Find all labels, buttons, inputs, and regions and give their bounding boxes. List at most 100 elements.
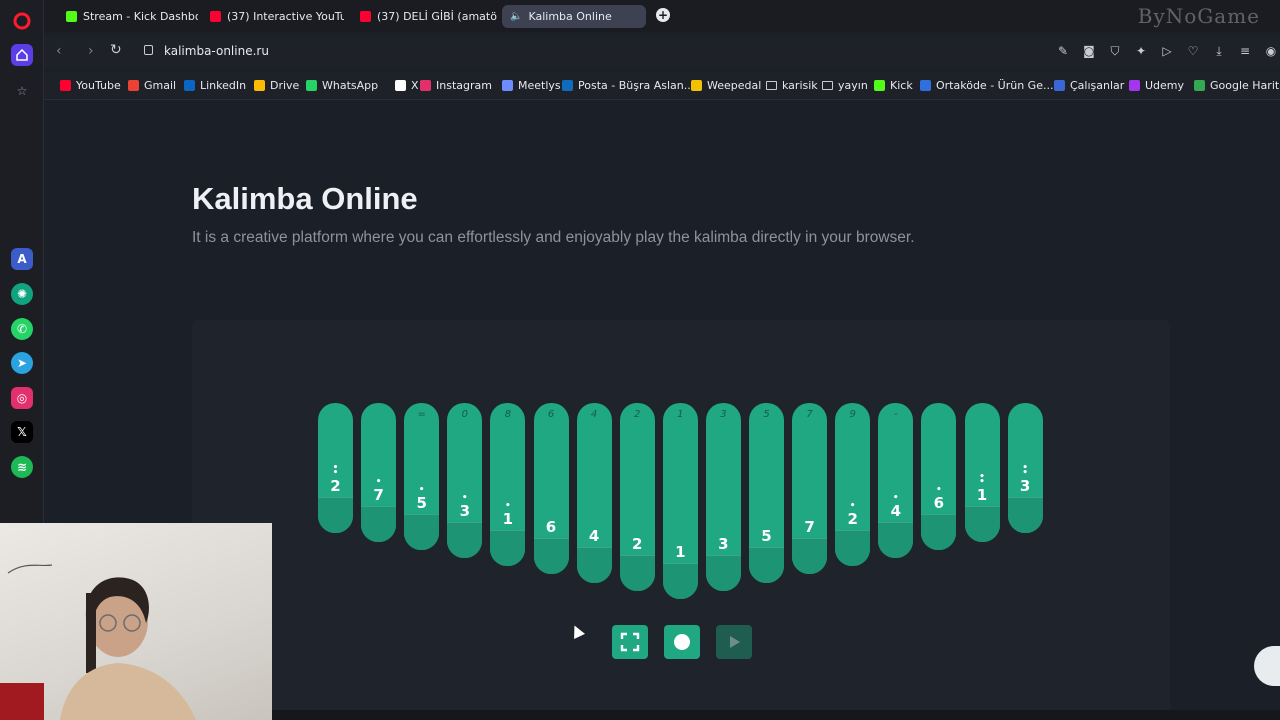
bookmark-item[interactable]: Weepedal	[691, 79, 761, 92]
tine-base	[662, 563, 698, 599]
tine-base	[361, 505, 397, 542]
tine-keyboard-key: 8	[504, 409, 512, 420]
kalimba-tine[interactable]: • • 2	[318, 403, 353, 534]
tine-note-label: 3	[1019, 477, 1031, 496]
bookmark-item[interactable]: Google Haritalar	[1194, 79, 1280, 92]
bookmark-item[interactable]: Gmail	[128, 79, 176, 92]
tine-keyboard-key: 7	[806, 409, 813, 420]
tab-youtube-interactive[interactable]: (37) Interactive YouTube d	[202, 5, 344, 28]
bookmark-label: Instagram	[436, 79, 492, 92]
bookmark-favicon-icon	[254, 80, 265, 91]
fullscreen-button[interactable]	[612, 625, 648, 659]
bookmark-item[interactable]: WhatsApp	[306, 79, 378, 92]
tine-octave-dots: •	[418, 484, 425, 495]
bookmark-item[interactable]: Kick	[874, 79, 913, 92]
bookmark-favicon-icon	[306, 80, 317, 91]
bookmark-label: Udemy	[1145, 79, 1185, 92]
bookmark-favicon-icon	[420, 80, 431, 91]
bookmark-favicon-icon	[502, 80, 513, 91]
tine-octave-dots: •	[461, 493, 468, 503]
bookmark-item[interactable]: X	[395, 79, 419, 92]
tine-note-label: 4	[890, 502, 902, 520]
kalimba-tine[interactable]: 8 • 1	[490, 403, 526, 567]
tab-kalimba-online[interactable]: 🔈 Kalimba Online	[502, 5, 646, 28]
download-icon[interactable]: ⤓	[1212, 44, 1226, 58]
kalimba-tine[interactable]: • 7	[361, 403, 397, 542]
whatsapp-icon[interactable]: ✆	[11, 318, 33, 340]
play-icon[interactable]: ▷	[1160, 44, 1174, 58]
bookmark-item[interactable]: yayın	[822, 79, 868, 92]
spotify-icon[interactable]: ≋	[11, 456, 33, 478]
back-icon[interactable]: ‹	[56, 43, 62, 59]
record-button[interactable]	[664, 625, 700, 659]
bookmark-item[interactable]: Meetlys	[502, 79, 561, 92]
menu-icon[interactable]: ≡	[1238, 44, 1252, 58]
tine-note-label: 7	[373, 485, 384, 504]
kalimba-tine[interactable]: • • 1	[964, 403, 1000, 542]
tab-kick-dashboard[interactable]: Stream - Kick Dashboard	[58, 5, 198, 28]
camera-icon[interactable]: ◙	[1082, 44, 1096, 58]
tine-base	[705, 554, 741, 591]
bookmark-item[interactable]: karisik	[766, 79, 818, 92]
profile-icon[interactable]: ◉	[1264, 44, 1278, 58]
kalimba-tine[interactable]: 55	[749, 403, 784, 583]
bookmark-item[interactable]: YouTube	[60, 79, 121, 92]
edit-icon[interactable]: ✎	[1056, 44, 1070, 58]
kalimba-tine[interactable]: 0 • 3	[447, 403, 483, 558]
bookmark-favicon-icon	[1194, 80, 1205, 91]
heart-icon[interactable]: ♡	[1186, 44, 1200, 58]
instagram-icon[interactable]: ◎	[11, 387, 33, 409]
x-icon[interactable]: 𝕏	[11, 421, 33, 443]
forward-icon[interactable]: ›	[88, 43, 94, 59]
extension-icon[interactable]: ✦	[1134, 44, 1148, 58]
star-icon[interactable]: ☆	[11, 80, 33, 102]
bookmark-item[interactable]: Çalışanlar	[1054, 79, 1124, 92]
bookmark-item[interactable]: Posta - Büşra Aslan...	[562, 79, 694, 92]
reload-icon[interactable]: ↻	[110, 42, 122, 58]
bookmark-favicon-icon	[60, 80, 71, 91]
kalimba-tine[interactable]: 77	[792, 403, 828, 575]
kalimba-tine[interactable]: • • 3	[1007, 403, 1043, 534]
bookmark-label: YouTube	[76, 79, 121, 92]
opera-logo-icon[interactable]	[11, 10, 33, 32]
chatgpt-icon[interactable]: ✺	[11, 283, 33, 305]
tine-note-label: 5	[416, 493, 427, 512]
bookmark-item[interactable]: Instagram	[420, 79, 492, 92]
bookmark-label: Meetlys	[518, 79, 561, 92]
bookmark-label: WhatsApp	[322, 79, 379, 92]
kalimba-tine[interactable]: 66	[533, 403, 569, 575]
bookmark-item[interactable]: Ortaköde - Ürün Ge...	[920, 79, 1053, 92]
kalimba-tine[interactable]: - • 4	[878, 403, 914, 558]
page-title: Kalimba Online	[192, 181, 418, 216]
tine-keyboard-key: 2	[634, 409, 641, 420]
tine-base	[533, 538, 569, 575]
tine-octave-dots: • •	[1022, 463, 1028, 479]
kalimba-tine[interactable]: 22	[619, 403, 655, 591]
bookmark-item[interactable]: Drive	[254, 79, 299, 92]
youtube-icon	[360, 11, 371, 22]
tine-note-label: 1	[976, 485, 988, 504]
tine-note-label: 2	[847, 510, 858, 529]
address-bar: ‹ › ↻ kalimba-online.ru ✎ ◙ ⛉ ✦ ▷ ♡ ⤓ ≡ …	[44, 36, 1280, 68]
tab-youtube-deli-gibi[interactable]: (37) DELİ GİBİ (amatör) - Y	[352, 5, 498, 28]
telegram-icon[interactable]: ➤	[11, 352, 33, 374]
lock-icon	[144, 45, 153, 55]
tine-keyboard-key: 3	[720, 409, 727, 420]
play-button[interactable]	[716, 625, 752, 659]
kalimba-tine[interactable]: 9 • 2	[835, 403, 871, 567]
kick-icon	[66, 11, 77, 22]
bookmark-item[interactable]: Udemy	[1129, 79, 1184, 92]
kalimba-tine[interactable]: 44	[576, 403, 612, 583]
new-tab-button[interactable]: +	[656, 8, 670, 22]
home-icon[interactable]	[11, 44, 33, 66]
tine-keyboard-key: 6	[547, 409, 555, 420]
tine-keyboard-key: 0	[461, 409, 468, 420]
kalimba-tine[interactable]: • 6	[921, 403, 957, 550]
bookmark-item[interactable]: LinkedIn	[184, 79, 246, 92]
kalimba-tine[interactable]: = • 5	[404, 403, 440, 550]
aria-icon[interactable]: A	[11, 248, 33, 270]
shield-icon[interactable]: ⛉	[1108, 44, 1122, 58]
url-field[interactable]: kalimba-online.ru	[164, 44, 269, 58]
kalimba-tine[interactable]: 11	[662, 403, 698, 599]
kalimba-tine[interactable]: 33	[705, 403, 741, 591]
